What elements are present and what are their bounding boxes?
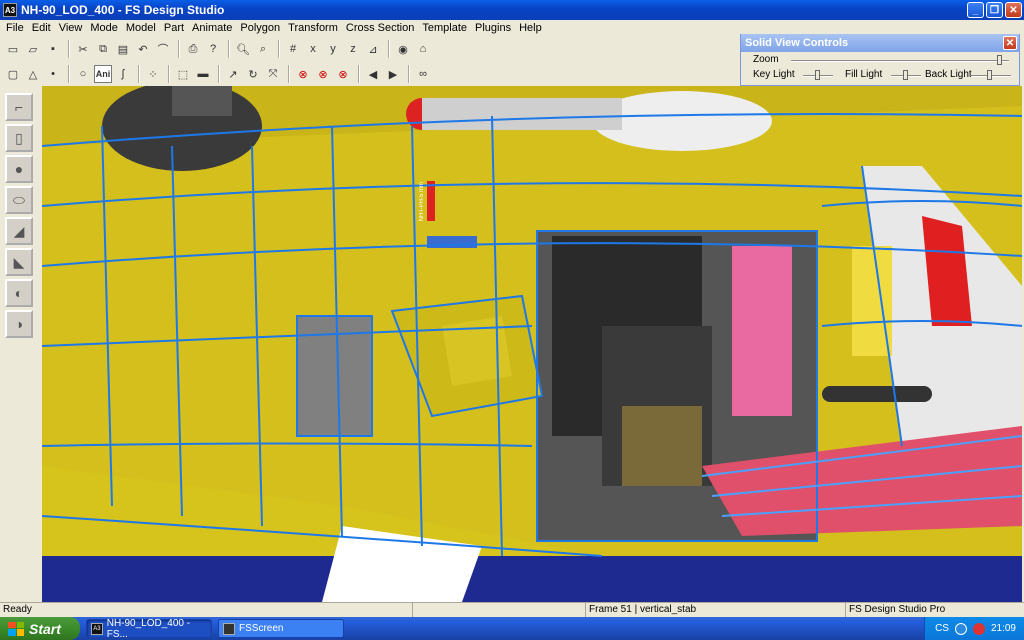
clock: 21:09 xyxy=(990,623,1016,634)
key-light-knob[interactable] xyxy=(815,70,820,80)
back-light-knob[interactable] xyxy=(987,70,992,80)
home-icon[interactable]: ⌂ xyxy=(414,40,432,58)
print-icon[interactable]: ⎙ xyxy=(184,40,202,58)
delete-red-icon[interactable]: ⊗ xyxy=(294,65,312,83)
new-file-icon[interactable]: ▭ xyxy=(4,40,22,58)
view-icon[interactable]: ⊿ xyxy=(364,40,382,58)
lathe-tool-icon[interactable]: ◑ xyxy=(5,310,33,338)
wedge-tool-icon[interactable]: ◢ xyxy=(5,217,33,245)
fsds-task-icon: A3 xyxy=(91,622,103,635)
axis-x-icon[interactable]: x xyxy=(304,40,322,58)
cylinder-tool-icon[interactable]: ⬭ xyxy=(5,186,33,214)
next-frame-icon[interactable]: ▶ xyxy=(384,65,402,83)
key-light-label: Key Light xyxy=(753,69,795,80)
menu-template[interactable]: Template xyxy=(418,22,471,34)
status-ready: Ready xyxy=(3,604,32,615)
zoom-in-icon[interactable]: 🔍︎ xyxy=(234,40,252,58)
delete-part-icon[interactable]: ⊗ xyxy=(334,65,352,83)
task-fsds[interactable]: A3 NH-90_LOD_400 - FS... xyxy=(86,618,212,640)
undo-icon[interactable]: ↶ xyxy=(134,40,152,58)
scale-icon[interactable]: ⤧ xyxy=(264,65,282,83)
cone-tool-icon[interactable]: ◣ xyxy=(5,248,33,276)
axis-z-icon[interactable]: z xyxy=(344,40,362,58)
3d-viewport[interactable]: NHT-PH-5 mm xyxy=(42,86,1022,602)
delete-face-icon[interactable]: ⊗ xyxy=(314,65,332,83)
system-tray: CS 21:09 xyxy=(924,617,1024,640)
window-title: NH-90_LOD_400 - FS Design Studio xyxy=(21,3,225,17)
axis-y-icon[interactable]: y xyxy=(324,40,342,58)
menu-mode[interactable]: Mode xyxy=(86,22,122,34)
zoom-slider-knob[interactable] xyxy=(997,55,1002,65)
menu-view[interactable]: View xyxy=(55,22,87,34)
ruler-icon[interactable]: ▬ xyxy=(194,65,212,83)
corner-tool-icon[interactable]: ⌐ xyxy=(5,93,33,121)
prev-frame-icon[interactable]: ◀ xyxy=(364,65,382,83)
cut-icon[interactable]: ✂ xyxy=(74,40,92,58)
zoom-out-icon[interactable]: ⌕ xyxy=(254,40,272,58)
move-icon[interactable]: ↗ xyxy=(224,65,242,83)
left-tool-palette: ⌐ ▯ ● ⬭ ◢ ◣ ◐ ◑ xyxy=(0,86,40,602)
network-icon[interactable] xyxy=(954,622,967,635)
sphere-tool-icon[interactable]: ● xyxy=(5,155,33,183)
status-empty xyxy=(412,603,585,618)
windows-flag-icon xyxy=(8,621,24,636)
curve-icon[interactable]: ʃ xyxy=(114,65,132,83)
menu-plugins[interactable]: Plugins xyxy=(471,22,515,34)
start-button[interactable]: Start xyxy=(0,617,80,640)
close-button[interactable]: ✕ xyxy=(1005,2,1022,18)
main-toolbar: ▭ ▱ ▪ ✂ ⧉ ▤ ↶ ⌒ ⎙ ? 🔍︎ ⌕ # x y z ⊿ ◉ ⌂ xyxy=(0,37,740,61)
grid-icon[interactable]: # xyxy=(284,40,302,58)
menu-polygon[interactable]: Polygon xyxy=(236,22,284,34)
fill-light-knob[interactable] xyxy=(903,70,908,80)
eye-icon[interactable]: ◉ xyxy=(394,40,412,58)
fsscreen-task-icon xyxy=(223,622,235,635)
app-logo-icon: A3 xyxy=(3,3,17,17)
menu-cross-section[interactable]: Cross Section xyxy=(342,22,418,34)
fill-light-label: Fill Light xyxy=(845,69,883,80)
rotate-icon[interactable]: ↻ xyxy=(244,65,262,83)
menu-animate[interactable]: Animate xyxy=(188,22,236,34)
menu-file[interactable]: File xyxy=(2,22,28,34)
security-shield-icon[interactable] xyxy=(972,622,985,635)
menu-transform[interactable]: Transform xyxy=(284,22,342,34)
menu-model[interactable]: Model xyxy=(122,22,160,34)
zoom-label: Zoom xyxy=(753,54,779,65)
animate-toggle-button[interactable]: Ani xyxy=(94,65,112,83)
menu-edit[interactable]: Edit xyxy=(28,22,55,34)
status-app: FS Design Studio Pro xyxy=(845,603,1024,618)
circle-icon[interactable]: ○ xyxy=(74,65,92,83)
svc-close-button[interactable]: ✕ xyxy=(1003,36,1017,50)
redo-icon[interactable]: ⌒ xyxy=(154,40,172,58)
menu-help[interactable]: Help xyxy=(515,22,546,34)
point-icon[interactable]: • xyxy=(44,65,62,83)
help-icon[interactable]: ? xyxy=(204,40,222,58)
open-file-icon[interactable]: ▱ xyxy=(24,40,42,58)
dots-icon[interactable]: ⁘ xyxy=(144,65,162,83)
save-icon[interactable]: ▪ xyxy=(44,40,62,58)
triangle-icon[interactable]: △ xyxy=(24,65,42,83)
decal-label: NHT-PH-5 mm xyxy=(419,182,425,222)
maximize-button[interactable]: ❐ xyxy=(986,2,1003,18)
menu-part[interactable]: Part xyxy=(160,22,188,34)
back-light-label: Back Light xyxy=(925,69,972,80)
solid-view-controls-panel: Solid View Controls ✕ Zoom Key Light Fil… xyxy=(740,34,1020,86)
zoom-slider[interactable] xyxy=(791,60,1009,62)
task-fsscreen[interactable]: FSScreen xyxy=(218,619,344,638)
paste-icon[interactable]: ▤ xyxy=(114,40,132,58)
status-bar: Ready Frame 51 | vertical_stab FS Design… xyxy=(0,602,1024,618)
binoculars-icon[interactable]: ∞ xyxy=(414,65,432,83)
select-box-icon[interactable]: ▢ xyxy=(4,65,22,83)
helicopter-model-render xyxy=(42,86,1022,602)
language-indicator[interactable]: CS xyxy=(935,623,949,634)
minimize-button[interactable]: _ xyxy=(967,2,984,18)
status-frame: Frame 51 | vertical_stab xyxy=(585,603,845,618)
torus-tool-icon[interactable]: ◐ xyxy=(5,279,33,307)
title-bar: A3 NH-90_LOD_400 - FS Design Studio _ ❐ … xyxy=(0,0,1024,20)
solid-view-controls-title: Solid View Controls ✕ xyxy=(741,34,1019,52)
box-tool-icon[interactable]: ▯ xyxy=(5,124,33,152)
copy-icon[interactable]: ⧉ xyxy=(94,40,112,58)
edit-toolbar: ▢ △ • ○ Ani ʃ ⁘ ⬚ ▬ ↗ ↻ ⤧ ⊗ ⊗ ⊗ ◀ ▶ ∞ xyxy=(0,62,740,86)
taskbar: Start A3 NH-90_LOD_400 - FS... FSScreen … xyxy=(0,617,1024,640)
dotted-box-icon[interactable]: ⬚ xyxy=(174,65,192,83)
